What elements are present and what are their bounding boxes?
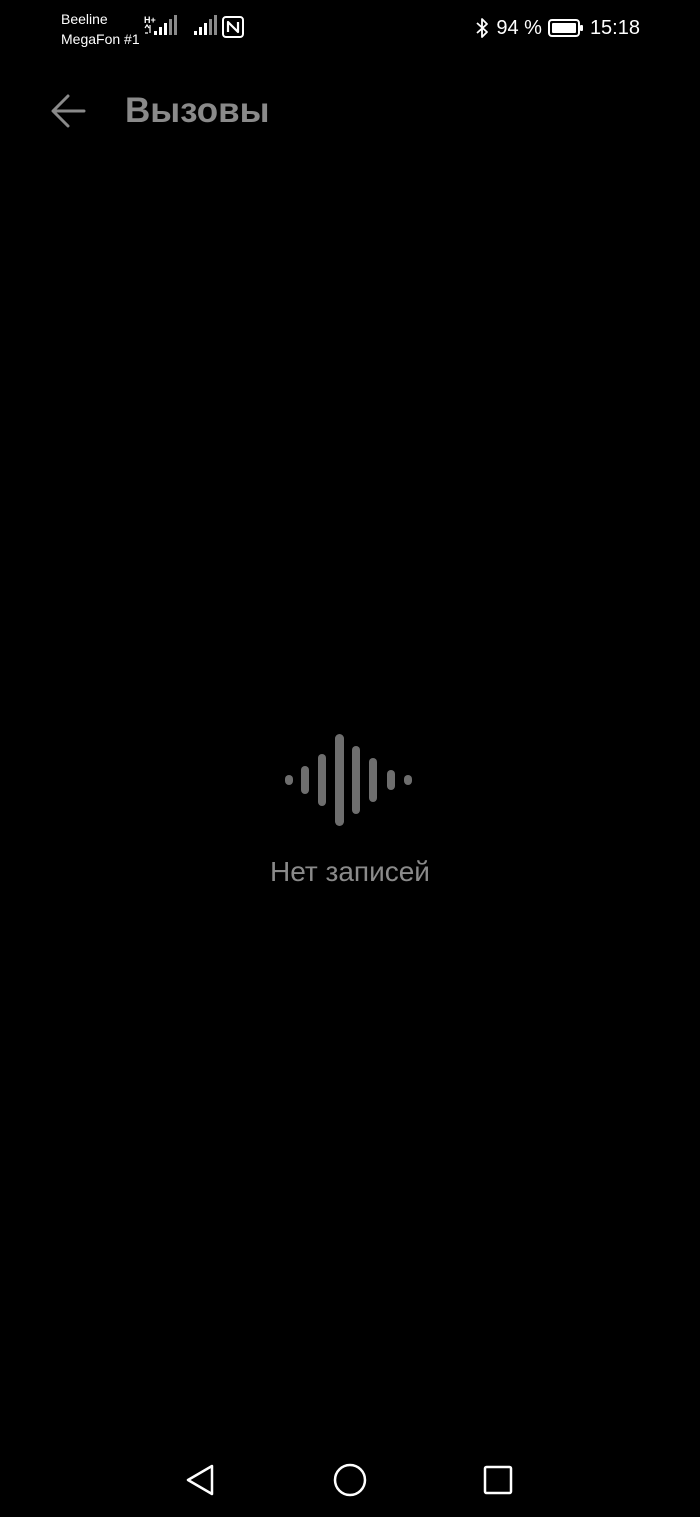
nav-home-button[interactable] [330, 1460, 370, 1500]
nav-recents-icon [483, 1465, 513, 1495]
arrow-left-icon [51, 94, 86, 128]
network-type-label: H+ [144, 15, 156, 25]
status-right: 94 % 15:18 [474, 14, 640, 42]
status-bar: Beeline MegaFon #1 H+ 94 % 15:18 [0, 0, 700, 56]
battery-icon [547, 19, 583, 37]
back-button[interactable] [40, 86, 96, 136]
carrier-1: Beeline [61, 11, 108, 27]
signal-icon [194, 15, 217, 35]
nfc-icon [222, 16, 244, 38]
nav-back-button[interactable] [180, 1460, 220, 1500]
sound-wave-icon [285, 734, 412, 826]
navigation-bar [0, 1440, 700, 1517]
carrier-names: Beeline MegaFon #1 [61, 9, 140, 49]
signal-icon: H+ [144, 15, 177, 35]
empty-state: Нет записей [0, 730, 700, 890]
nav-recents-button[interactable] [478, 1460, 518, 1500]
battery-percent: 94 % [496, 16, 542, 39]
nav-home-icon [333, 1463, 367, 1497]
app-header: Вызовы [0, 72, 700, 152]
empty-message: Нет записей [270, 856, 430, 887]
carrier-2: MegaFon #1 [61, 31, 140, 47]
bluetooth-icon [476, 18, 489, 38]
page-title: Вызовы [125, 91, 270, 130]
clock: 15:18 [589, 16, 640, 39]
nav-back-icon [186, 1464, 214, 1496]
